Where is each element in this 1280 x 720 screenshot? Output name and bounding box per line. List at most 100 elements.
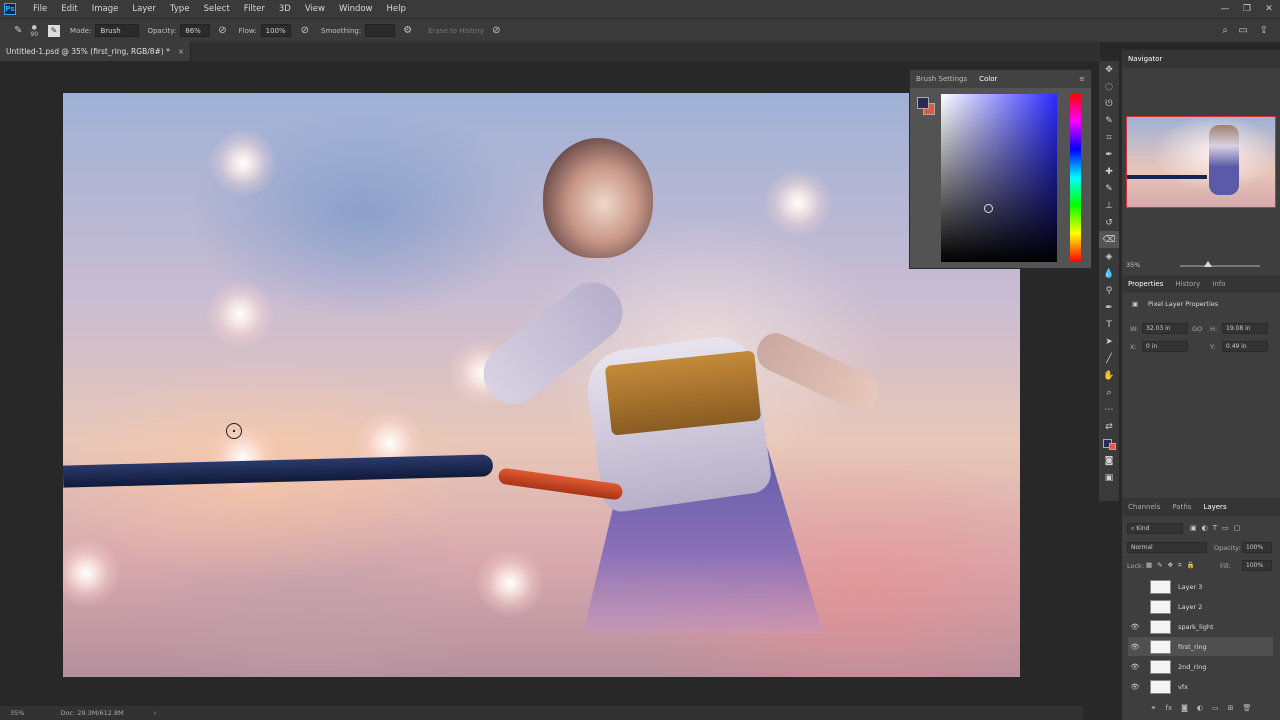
blur-tool-icon[interactable]: 💧: [1099, 265, 1119, 282]
pressure-size-icon[interactable]: ⊘: [492, 25, 500, 36]
marquee-tool-icon[interactable]: ◌: [1099, 78, 1119, 95]
screen-mode-icon[interactable]: ▣: [1099, 469, 1119, 486]
hand-tool-icon[interactable]: ✋: [1099, 367, 1119, 384]
saturation-value-field[interactable]: [941, 94, 1057, 262]
mode-select[interactable]: Brush: [95, 24, 140, 37]
link-dimensions-icon[interactable]: GO: [1192, 325, 1202, 333]
add-mask-icon[interactable]: ◙: [1181, 704, 1188, 718]
dodge-tool-icon[interactable]: ⚲: [1099, 282, 1119, 299]
layer-row-selected[interactable]: 👁 first_ring: [1128, 637, 1273, 656]
pressure-opacity-icon[interactable]: ⊘: [218, 25, 226, 36]
document-tab-close-icon[interactable]: ×: [178, 47, 184, 56]
flow-field[interactable]: 100%: [260, 24, 291, 37]
link-layers-icon[interactable]: ⚭: [1151, 704, 1157, 718]
tab-info[interactable]: Info: [1206, 280, 1231, 288]
status-zoom[interactable]: 35%: [10, 709, 24, 717]
menu-help[interactable]: Help: [380, 4, 413, 14]
trash-icon[interactable]: 🗑: [1243, 704, 1252, 718]
more-tools-icon[interactable]: ⋯: [1099, 401, 1119, 418]
quick-select-tool-icon[interactable]: ✎: [1099, 112, 1119, 129]
layer-opacity-field[interactable]: 100%: [1242, 542, 1272, 553]
lasso-tool-icon[interactable]: ᘎ: [1099, 95, 1119, 112]
document-tab[interactable]: Untitled-1.psd @ 35% (first_ring, RGB/8#…: [0, 42, 192, 61]
menu-view[interactable]: View: [298, 4, 332, 14]
opacity-field[interactable]: 86%: [180, 24, 211, 37]
layer-filter-kind[interactable]: ⌕ Kind: [1127, 523, 1183, 534]
height-field[interactable]: 19.08 in: [1222, 323, 1268, 334]
layer-row[interactable]: Layer 3: [1128, 577, 1273, 596]
restore-icon[interactable]: ❐: [1236, 0, 1258, 18]
tab-paths[interactable]: Paths: [1166, 503, 1197, 511]
tab-brush-settings[interactable]: Brush Settings: [910, 75, 973, 83]
layer-row[interactable]: 👁 2nd_ring: [1128, 657, 1273, 676]
clone-stamp-tool-icon[interactable]: ⊥: [1099, 197, 1119, 214]
foreground-color-swatch[interactable]: [917, 97, 929, 109]
pen-tool-icon[interactable]: ✒: [1099, 299, 1119, 316]
menu-layer[interactable]: Layer: [125, 4, 163, 14]
menu-image[interactable]: Image: [85, 4, 126, 14]
fill-field[interactable]: 100%: [1242, 560, 1272, 571]
tab-channels[interactable]: Channels: [1122, 503, 1166, 511]
status-menu-arrow-icon[interactable]: ›: [154, 709, 157, 717]
smoothing-field[interactable]: [365, 24, 396, 37]
y-field[interactable]: 0.49 in: [1222, 341, 1268, 352]
eye-icon[interactable]: 👁: [1128, 663, 1142, 671]
eyedropper-tool-icon[interactable]: ✒: [1099, 146, 1119, 163]
new-group-icon[interactable]: ▭: [1212, 704, 1219, 718]
navigator-zoom-slider[interactable]: [1180, 265, 1260, 267]
eye-icon[interactable]: 👁: [1128, 643, 1142, 651]
layer-filter-icons[interactable]: ▣◐T▭▢: [1190, 524, 1245, 532]
type-tool-icon[interactable]: T: [1099, 316, 1119, 333]
navigator-zoom-value[interactable]: 35%: [1126, 261, 1140, 269]
panel-menu-icon[interactable]: ≡: [1073, 75, 1091, 83]
fx-icon[interactable]: fx: [1165, 704, 1172, 718]
color-swatches-icon[interactable]: [1099, 435, 1119, 452]
tab-properties[interactable]: Properties: [1122, 280, 1169, 288]
airbrush-icon[interactable]: ⊘: [301, 25, 309, 36]
swap-colors-icon[interactable]: ⇄: [1099, 418, 1119, 435]
layer-row[interactable]: Layer 2: [1128, 597, 1273, 616]
tab-layers[interactable]: Layers: [1197, 503, 1232, 511]
brush-preset-picker[interactable]: ● 90: [30, 24, 38, 38]
menu-window[interactable]: Window: [332, 4, 380, 14]
minimize-icon[interactable]: —: [1214, 0, 1236, 18]
artwork-canvas[interactable]: [63, 93, 1020, 677]
width-field[interactable]: 32.03 in: [1142, 323, 1188, 334]
hue-slider[interactable]: [1070, 94, 1081, 262]
search-icon[interactable]: ⌕: [1222, 25, 1228, 36]
brush-panel-toggle-icon[interactable]: ✎: [48, 24, 61, 37]
healing-brush-tool-icon[interactable]: ✚: [1099, 163, 1119, 180]
layer-row[interactable]: 👁 spark_light: [1128, 617, 1273, 636]
menu-file[interactable]: File: [26, 4, 54, 14]
adjustment-layer-icon[interactable]: ◐: [1197, 704, 1203, 718]
navigator-zoom-knob[interactable]: [1204, 261, 1212, 267]
line-tool-icon[interactable]: ╱: [1099, 350, 1119, 367]
menu-type[interactable]: Type: [163, 4, 197, 14]
tab-navigator[interactable]: Navigator: [1122, 55, 1168, 63]
close-icon[interactable]: ✕: [1258, 0, 1280, 18]
share-icon[interactable]: ⇪: [1260, 25, 1268, 36]
eye-icon[interactable]: 👁: [1128, 623, 1142, 631]
new-layer-icon[interactable]: ⊞: [1228, 704, 1234, 718]
lock-icons[interactable]: ▦✎✥⌗🔒: [1146, 561, 1200, 570]
menu-3d[interactable]: 3D: [272, 4, 298, 14]
color-picker-knob[interactable]: [984, 204, 993, 213]
quick-mask-icon[interactable]: ◙: [1099, 452, 1119, 469]
zoom-tool-icon[interactable]: ⌕: [1099, 384, 1119, 401]
tab-history[interactable]: History: [1169, 280, 1206, 288]
eraser-tool-icon[interactable]: ✎: [14, 25, 22, 36]
x-field[interactable]: 0 in: [1142, 341, 1188, 352]
crop-tool-icon[interactable]: ⌗: [1099, 129, 1119, 146]
eye-icon[interactable]: 👁: [1128, 683, 1142, 691]
blend-mode-select[interactable]: Normal: [1127, 542, 1207, 553]
layer-row[interactable]: 👁 vfx: [1128, 677, 1273, 696]
photoshop-logo[interactable]: Ps: [4, 3, 16, 15]
menu-select[interactable]: Select: [197, 4, 237, 14]
navigator-thumbnail[interactable]: [1126, 116, 1276, 208]
tab-color[interactable]: Color: [973, 75, 1003, 83]
brush-tool-icon[interactable]: ✎: [1099, 180, 1119, 197]
gear-icon[interactable]: ⚙: [403, 25, 412, 36]
move-tool-icon[interactable]: ✥: [1099, 61, 1119, 78]
gradient-tool-icon[interactable]: ◈: [1099, 248, 1119, 265]
erase-to-history-label[interactable]: Erase to History: [428, 27, 484, 35]
